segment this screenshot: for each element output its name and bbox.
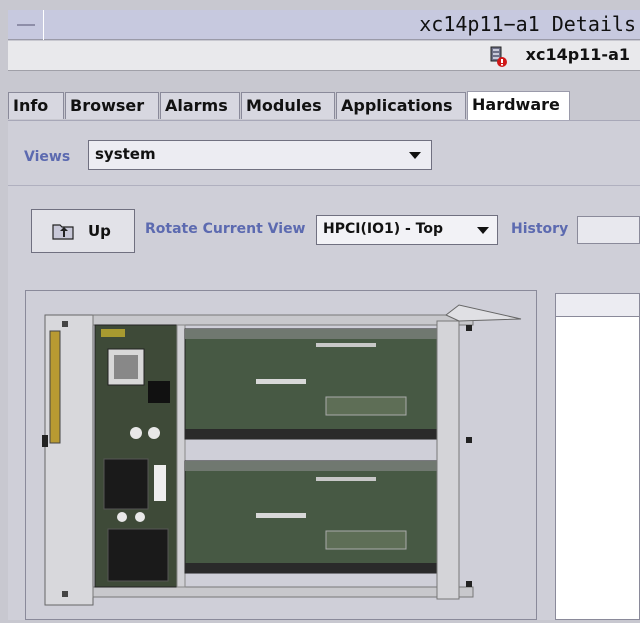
tab-alarms[interactable]: Alarms (160, 92, 240, 119)
board-image[interactable] (26, 291, 536, 619)
details-pane-header (556, 294, 639, 317)
window-menu-button[interactable] (8, 10, 44, 40)
host-name: xc14p11-a1 (525, 45, 630, 64)
tab-info[interactable]: Info (8, 92, 64, 119)
hardware-view (25, 290, 537, 620)
hardware-panel: Views system Up Rotate Current View HPCI… (8, 120, 640, 620)
up-button[interactable]: Up (31, 209, 135, 253)
views-label: Views (24, 149, 71, 165)
rotate-selected-value: HPCI(IO1) - Top (323, 221, 443, 237)
views-selected-value: system (95, 145, 156, 163)
tab-browser[interactable]: Browser (65, 92, 159, 119)
server-alarm-icon (490, 46, 507, 67)
rotate-current-view-label: Rotate Current View (145, 221, 306, 237)
history-select[interactable] (577, 216, 640, 244)
window-title: xc14p11−a1 Details (419, 12, 636, 36)
divider (8, 185, 640, 186)
title-bar: xc14p11−a1 Details (8, 10, 640, 40)
views-select[interactable]: system (88, 140, 432, 170)
details-pane (555, 293, 640, 620)
tab-hardware[interactable]: Hardware (467, 91, 570, 121)
tab-applications[interactable]: Applications (336, 92, 466, 119)
chevron-down-icon (409, 152, 421, 159)
rotate-view-select[interactable]: HPCI(IO1) - Top (316, 215, 498, 245)
up-button-label: Up (88, 222, 111, 240)
history-label: History (511, 221, 569, 237)
tab-modules[interactable]: Modules (241, 92, 335, 119)
folder-up-icon (52, 224, 74, 240)
host-bar: xc14p11-a1 (8, 41, 640, 71)
chevron-down-icon (477, 227, 489, 234)
